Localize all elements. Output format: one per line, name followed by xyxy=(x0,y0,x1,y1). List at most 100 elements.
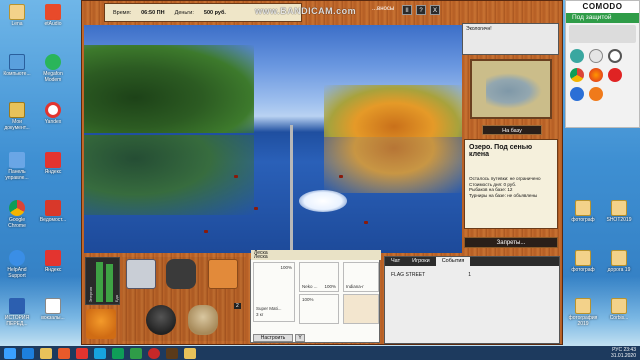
rod-weight: 3 кг xyxy=(256,312,264,317)
desktop-icon[interactable]: Мои документ... xyxy=(2,102,32,131)
message-text: Экологичн! xyxy=(466,26,492,32)
lake-map[interactable] xyxy=(470,59,552,119)
computer-icon xyxy=(9,54,25,70)
desktop-icon[interactable]: Яндекс xyxy=(38,250,68,273)
lake-title: Озеро. Под сенью клена xyxy=(469,144,533,158)
desktop-icon[interactable]: ИСТОРИЯ ПЕРЕД... xyxy=(2,298,32,327)
comodo-widget: COMODO Под защитой xyxy=(565,0,640,128)
folder-icon xyxy=(9,4,25,20)
energy-gauge: Энергия Еда xyxy=(85,257,120,305)
desktop-icon[interactable]: Corbis... xyxy=(604,298,634,321)
desktop-icon[interactable]: Megafon Modem xyxy=(38,54,68,83)
desktop-icon[interactable]: фотограф xyxy=(568,250,598,273)
lake-scene[interactable] xyxy=(84,25,462,253)
desktop-icon[interactable]: Яндекс xyxy=(38,152,68,175)
yandex-browser-icon xyxy=(45,102,61,118)
desktop-icon[interactable]: вокзалы... xyxy=(38,298,68,321)
book-icon[interactable] xyxy=(208,259,238,289)
folder-icon xyxy=(575,298,591,314)
list-item[interactable]: FLAG STREET 1 xyxy=(391,272,471,278)
bottom-panel: Энергия Еда 2 Леска Леска Super Mati... … xyxy=(82,250,564,346)
rod-pct: 100% xyxy=(280,265,292,270)
line-name: Indiana-r xyxy=(346,284,364,289)
line-slot[interactable]: Indiana-r xyxy=(343,262,379,292)
desktop-icon[interactable]: Google Chrome xyxy=(2,200,32,229)
media-icon[interactable] xyxy=(58,347,70,359)
desktop-icon-label: Компьюте... xyxy=(3,71,31,77)
desktop-icon-label: вокзалы... xyxy=(41,315,65,321)
desktop-icon[interactable]: HelpAnd Support xyxy=(2,250,32,279)
desktop-icon[interactable]: фотография 2019 xyxy=(568,298,598,327)
tackle-box-icon[interactable] xyxy=(126,259,156,289)
control-panel-icon xyxy=(9,152,25,168)
skype-icon[interactable] xyxy=(94,347,106,359)
leaf xyxy=(204,230,208,233)
forest-left xyxy=(84,45,254,133)
desktop-icon[interactable]: SHOT2019 xyxy=(604,200,634,223)
refresh-icon[interactable] xyxy=(589,49,603,63)
to-base-button[interactable]: На базу xyxy=(482,125,542,135)
y-button[interactable]: Y xyxy=(295,334,305,342)
system-tray[interactable]: РУС 23:43 31.01.2020 xyxy=(611,347,636,359)
desktop-icon[interactable]: Компьюте... xyxy=(2,54,32,77)
folder-icon xyxy=(611,200,627,216)
bait-slot[interactable] xyxy=(343,294,379,324)
food-label: Еда xyxy=(114,294,119,302)
player-name: FLAG STREET xyxy=(391,272,426,278)
folder-icon[interactable] xyxy=(184,347,196,359)
desktop-icon[interactable]: etAudio xyxy=(38,4,68,27)
desktop-icon[interactable]: Yandex xyxy=(38,102,68,125)
explorer-icon[interactable] xyxy=(40,347,52,359)
game-icon[interactable] xyxy=(166,347,178,359)
bans-button[interactable]: Запреты... xyxy=(464,237,558,248)
help-button[interactable]: ? xyxy=(416,5,426,15)
bucket-icon[interactable] xyxy=(86,309,116,339)
desktop-icon[interactable]: Lena xyxy=(2,4,32,27)
leaf xyxy=(339,175,343,178)
close-button[interactable]: X xyxy=(430,5,440,15)
rod-slot[interactable]: Super Mati... 3 кг 100% xyxy=(253,262,295,322)
document-icon xyxy=(45,298,61,314)
desktop-icon-label: Панель управле... xyxy=(5,169,29,181)
sack-icon[interactable] xyxy=(188,305,218,335)
tab-events[interactable]: События xyxy=(435,257,471,266)
pot-icon[interactable] xyxy=(146,305,176,335)
folder-icon xyxy=(611,250,627,266)
opera-icon[interactable] xyxy=(608,68,622,82)
comodo-status[interactable]: Под защитой xyxy=(566,13,639,23)
desktop-icon[interactable]: Ведомост... xyxy=(38,200,68,223)
firefox-icon[interactable] xyxy=(589,68,603,82)
chrome-icon[interactable] xyxy=(570,68,584,82)
tab-players[interactable]: Игроки xyxy=(406,257,436,266)
desktop-icon[interactable]: фотограф xyxy=(568,200,598,223)
setup-button[interactable]: Настроить xyxy=(253,334,293,342)
desktop-icon[interactable]: Панель управле... xyxy=(2,152,32,181)
clock-icon[interactable] xyxy=(608,49,622,63)
tab-chat[interactable]: Чат xyxy=(385,257,406,266)
comodo-row[interactable] xyxy=(569,25,636,43)
cloud-reflection xyxy=(299,190,347,212)
chrome-icon[interactable] xyxy=(112,347,124,359)
start-icon[interactable] xyxy=(4,347,16,359)
edge-icon[interactable] xyxy=(570,87,584,101)
hook-slot[interactable]: 100% xyxy=(299,294,339,324)
yandex-icon xyxy=(45,152,61,168)
pause-button[interactable]: II xyxy=(402,5,412,15)
ie-icon[interactable] xyxy=(22,347,34,359)
time-value: 06:50 ПН xyxy=(141,9,165,16)
news-label[interactable]: ...вносы xyxy=(372,6,394,12)
shield-icon[interactable] xyxy=(570,49,584,63)
game-window: Время: 06:50 ПН Деньги: 500 руб. ...внос… xyxy=(81,0,563,345)
desktop-icon[interactable]: дорога 19 xyxy=(604,250,634,273)
yandex-icon[interactable] xyxy=(76,347,88,359)
inventory-count: 2 xyxy=(234,303,241,309)
reel-slot[interactable]: Neko ... 100% xyxy=(299,262,339,292)
desktop-icon-label: HelpAnd Support xyxy=(7,267,27,279)
browser-icon[interactable] xyxy=(589,87,603,101)
fishing-rod[interactable] xyxy=(290,125,293,253)
comodo-icon[interactable] xyxy=(130,347,142,359)
backpack-icon[interactable] xyxy=(166,259,196,289)
desktop-icon-label: SHOT2019 xyxy=(606,217,632,223)
record-icon[interactable] xyxy=(148,347,160,359)
reel-pct: 100% xyxy=(324,284,336,289)
